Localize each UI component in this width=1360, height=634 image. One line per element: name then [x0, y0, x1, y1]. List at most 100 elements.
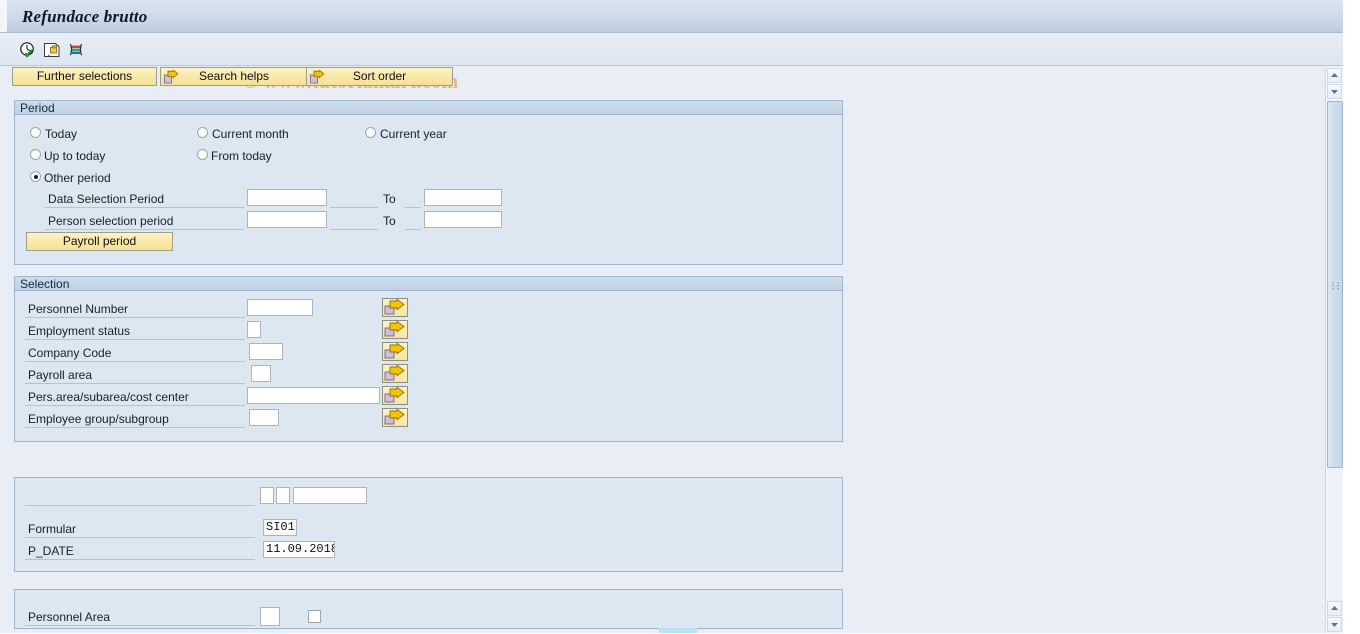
company-code-multiselect-button[interactable]: [382, 342, 408, 361]
page-title: Refundace brutto: [22, 7, 148, 26]
radio-up-to-today-label: Up to today: [44, 149, 106, 163]
horizontal-scroll-thumb[interactable]: [659, 628, 697, 633]
radio-other-period[interactable]: [30, 171, 41, 182]
titlebar-left-edge: [0, 0, 7, 32]
person-selection-period-label: Person selection period: [48, 214, 174, 228]
field-underline: [25, 339, 245, 340]
employee-group-subgroup-label: Employee group/subgroup: [28, 412, 169, 426]
outer-right-strip: [1343, 0, 1360, 633]
field-underline: [45, 207, 244, 208]
window-titlebar: Refundace brutto: [0, 0, 1360, 33]
payroll-period-button[interactable]: Payroll period: [26, 232, 173, 251]
content-right-area: [970, 67, 1325, 633]
field-underline: [405, 207, 421, 208]
selection-panel-header: Selection: [15, 277, 842, 291]
field-underline: [45, 229, 244, 230]
employment-status-multiselect-button[interactable]: [382, 320, 408, 339]
field-underline: [25, 537, 255, 538]
sort-order-button[interactable]: Sort order: [306, 67, 453, 86]
formular-input[interactable]: SI01: [263, 519, 297, 536]
further-selections-label: Further selections: [36, 69, 133, 83]
selection-panel: Selection Personnel Number Employment st…: [14, 276, 843, 442]
radio-up-to-today[interactable]: [30, 149, 41, 160]
radio-today[interactable]: [30, 127, 41, 138]
payroll-area-label: Payroll area: [28, 368, 93, 382]
personnel-number-input[interactable]: [247, 299, 313, 316]
radio-from-today-label: From today: [211, 149, 272, 163]
employee-group-subgroup-input[interactable]: [249, 409, 279, 426]
form-top-box2-input[interactable]: [276, 487, 290, 504]
data-selection-period-label: Data Selection Period: [48, 192, 165, 206]
search-helps-button[interactable]: Search helps: [160, 67, 308, 86]
scroll-down-button[interactable]: [1327, 84, 1342, 99]
person-selection-period-from-input[interactable]: [247, 211, 327, 228]
scroll-page-down-button[interactable]: [1327, 617, 1342, 632]
application-toolbar: © www.tutorialkart.com: [0, 33, 1360, 93]
employee-group-subgroup-multiselect-button[interactable]: [382, 408, 408, 427]
field-underline: [25, 361, 245, 362]
radio-other-period-label: Other period: [44, 171, 111, 185]
payroll-area-input[interactable]: [251, 365, 271, 382]
formular-label: Formular: [28, 522, 77, 536]
sap-selection-screen: Refundace brutto Further selections Sear…: [0, 0, 1360, 633]
field-underline: [25, 383, 245, 384]
personnel-area-input[interactable]: [260, 607, 280, 626]
payroll-area-multiselect-button[interactable]: [382, 364, 408, 383]
data-selection-period-to-label: To: [383, 192, 396, 206]
personnel-area-checkbox[interactable]: [308, 610, 321, 623]
scroll-page-up-button[interactable]: [1327, 601, 1342, 616]
field-underline: [405, 229, 421, 230]
employment-status-input[interactable]: [247, 321, 261, 338]
vertical-scrollbar[interactable]: [1325, 67, 1343, 633]
further-selections-button[interactable]: Further selections: [12, 67, 157, 86]
copy-paste-icon[interactable]: [43, 41, 61, 59]
pers-area-subarea-cost-center-input[interactable]: [247, 387, 380, 404]
period-panel: Period Today Current month Current year …: [14, 100, 843, 265]
scroll-up-button[interactable]: [1327, 68, 1342, 83]
field-underline: [25, 427, 245, 428]
personnel-area-panel: Personnel Area: [14, 589, 843, 629]
form-top-box1-input[interactable]: [260, 487, 274, 504]
field-underline: [330, 229, 378, 230]
form-top-box3-input[interactable]: [293, 487, 367, 504]
data-selection-period-to-input[interactable]: [424, 189, 502, 206]
form-parameters-panel: Formular SI01 P_DATE 11.09.2018: [14, 477, 843, 572]
pers-area-subarea-cost-center-multiselect-button[interactable]: [382, 386, 408, 405]
data-selection-period-from-input[interactable]: [247, 189, 327, 206]
field-underline: [25, 559, 255, 560]
arrow-right-icon: [310, 69, 325, 84]
person-selection-period-to-input[interactable]: [424, 211, 502, 228]
company-code-label: Company Code: [28, 346, 112, 360]
personnel-number-label: Personnel Number: [28, 302, 129, 316]
arrow-right-icon: [164, 69, 179, 84]
field-underline: [25, 505, 255, 506]
field-underline: [25, 317, 245, 318]
execute-clock-check-icon[interactable]: [19, 41, 37, 59]
period-panel-title: Period: [20, 101, 55, 115]
field-underline: [330, 207, 378, 208]
field-underline: [25, 405, 245, 406]
person-selection-period-to-label: To: [383, 214, 396, 228]
p-date-input[interactable]: 11.09.2018: [263, 541, 335, 558]
radio-current-year-label: Current year: [380, 127, 447, 141]
scroll-thumb[interactable]: [1327, 101, 1343, 468]
search-helps-label: Search helps: [198, 69, 270, 83]
sort-order-label: Sort order: [352, 69, 407, 83]
radio-from-today[interactable]: [197, 149, 208, 160]
radio-today-label: Today: [45, 127, 78, 141]
personnel-number-multiselect-button[interactable]: [382, 298, 408, 317]
field-underline: [25, 625, 255, 626]
company-code-input[interactable]: [249, 343, 283, 360]
period-panel-header: Period: [15, 101, 842, 115]
pers-area-subarea-cost-center-label: Pers.area/subarea/cost center: [28, 390, 189, 404]
color-bars-icon[interactable]: [67, 41, 85, 59]
p-date-label: P_DATE: [28, 544, 74, 558]
radio-current-month[interactable]: [197, 127, 208, 138]
radio-current-year[interactable]: [365, 127, 376, 138]
employment-status-label: Employment status: [28, 324, 131, 338]
selection-panel-title: Selection: [20, 277, 70, 291]
payroll-period-label: Payroll period: [62, 234, 137, 248]
scroll-grip-icon: [1332, 280, 1339, 290]
personnel-area-label: Personnel Area: [28, 610, 111, 624]
radio-current-month-label: Current month: [212, 127, 289, 141]
